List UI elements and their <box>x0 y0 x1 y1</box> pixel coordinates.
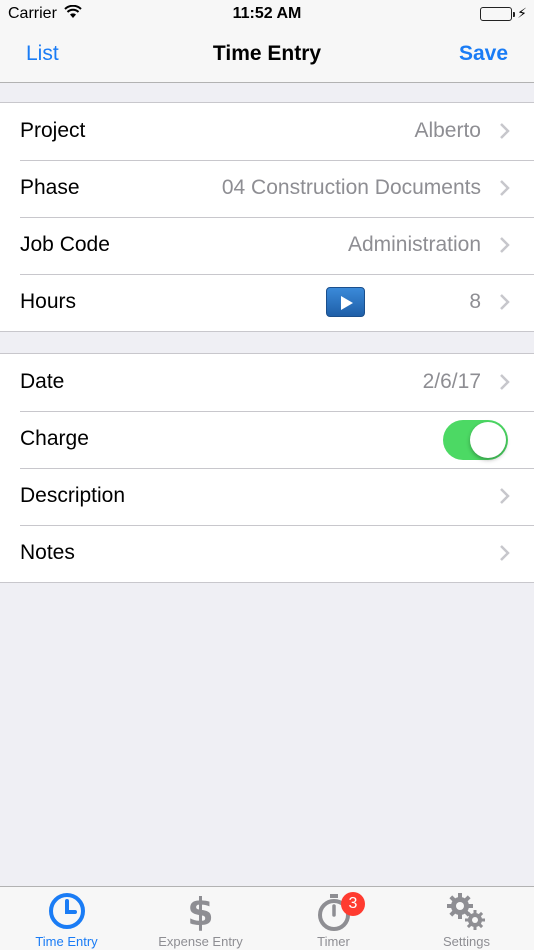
tab-label: Timer <box>317 934 350 949</box>
chevron-right-icon <box>498 234 512 256</box>
chevron-right-icon <box>498 371 512 393</box>
battery-icon <box>480 7 515 21</box>
play-button[interactable] <box>326 287 365 317</box>
tab-bar: Time Entry $ Expense Entry 3 Timer Setti… <box>0 886 534 950</box>
status-bar: Carrier 11:52 AM ⚡ <box>0 0 534 28</box>
save-button[interactable]: Save <box>459 42 508 66</box>
gears-icon <box>400 892 533 932</box>
project-label: Project <box>20 119 86 142</box>
clock-time: 11:52 AM <box>232 5 302 22</box>
stopwatch-icon <box>267 892 400 932</box>
hours-row[interactable]: Hours 8 <box>0 274 534 331</box>
toggle-knob <box>470 422 506 458</box>
tab-timer[interactable]: 3 Timer <box>267 887 400 950</box>
tab-label: Time Entry <box>35 934 98 949</box>
play-icon <box>341 296 353 310</box>
chevron-right-icon <box>498 542 512 564</box>
charge-row: Charge <box>0 411 534 468</box>
tab-label: Expense Entry <box>158 934 243 949</box>
timer-badge: 3 <box>341 892 365 916</box>
charging-bolt-icon: ⚡ <box>517 5 527 21</box>
notes-row[interactable]: Notes <box>0 525 534 582</box>
tab-time-entry[interactable]: Time Entry <box>0 887 133 950</box>
phase-value: 04 Construction Documents <box>221 176 481 199</box>
notes-label: Notes <box>20 541 75 564</box>
tab-settings[interactable]: Settings <box>400 887 533 950</box>
page-title: Time Entry <box>212 42 322 65</box>
job-code-label: Job Code <box>20 233 110 256</box>
chevron-right-icon <box>498 177 512 199</box>
tab-label: Settings <box>443 934 490 949</box>
chevron-right-icon <box>498 120 512 142</box>
description-row[interactable]: Description <box>0 468 534 525</box>
dollar-icon: $ <box>187 890 214 934</box>
date-row[interactable]: Date 2/6/17 <box>0 354 534 411</box>
entry-details-group: Project Alberto Phase 04 Construction Do… <box>0 102 534 332</box>
entry-extra-group: Date 2/6/17 Charge Description Notes <box>0 353 534 583</box>
date-value: 2/6/17 <box>422 370 481 393</box>
tab-expense-entry[interactable]: $ Expense Entry <box>134 887 267 950</box>
navigation-bar: List Time Entry Save <box>0 28 534 83</box>
project-value: Alberto <box>414 119 481 142</box>
chevron-right-icon <box>498 291 512 313</box>
clock-icon <box>0 892 133 932</box>
job-code-row[interactable]: Job Code Administration <box>0 217 534 274</box>
charge-label: Charge <box>20 427 89 450</box>
description-label: Description <box>20 484 126 507</box>
chevron-right-icon <box>498 485 512 507</box>
hours-label: Hours <box>20 290 77 313</box>
job-code-value: Administration <box>347 233 481 256</box>
charge-toggle[interactable] <box>443 420 508 460</box>
date-label: Date <box>20 370 65 393</box>
phase-label: Phase <box>20 176 80 199</box>
phase-row[interactable]: Phase 04 Construction Documents <box>0 160 534 217</box>
project-row[interactable]: Project Alberto <box>0 103 534 160</box>
hours-value: 8 <box>469 290 481 313</box>
